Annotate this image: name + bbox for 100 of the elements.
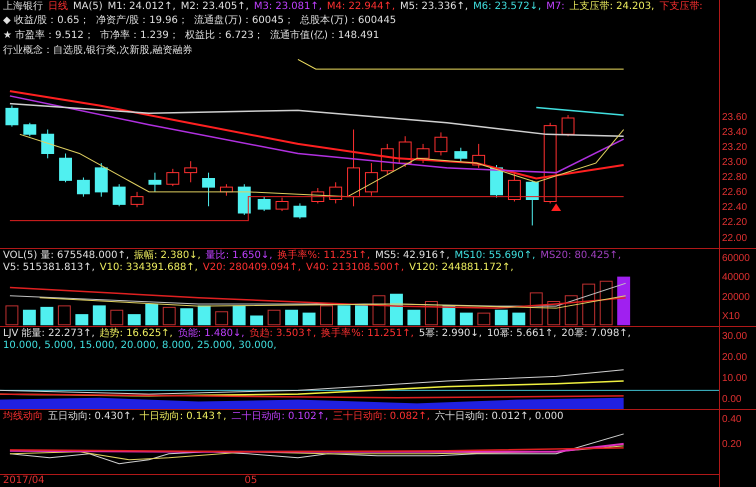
volume-bar	[110, 309, 124, 325]
candlestick	[202, 172, 215, 207]
candlestick	[220, 184, 233, 196]
volume-bar	[58, 304, 71, 325]
legend-value: 下支压带:	[659, 1, 703, 13]
legend-value: 振幅: 2.380↓,	[134, 250, 201, 262]
volume-bar	[355, 304, 368, 325]
volume-bar	[250, 315, 264, 325]
legend-value: M7:	[546, 1, 565, 13]
volume-axis-label: 60000	[722, 252, 751, 264]
volume-bar	[215, 310, 228, 325]
volume-bar	[372, 294, 386, 325]
volume-bar	[617, 276, 630, 325]
price-axis-label: 22.80	[722, 172, 748, 184]
candlestick	[94, 162, 108, 198]
volume-bar	[600, 280, 613, 325]
candlestick	[364, 162, 378, 196]
legend-value: MA(5)	[73, 1, 103, 13]
ljv-axis-label: 0.00	[722, 394, 742, 406]
candlestick	[5, 105, 18, 128]
stock-info-line: ◆ 收益/股：0.65； 净资产/股：19.96； 流通盘(万)：60045； 总股本(万)：600445	[3, 14, 398, 28]
candlestick	[311, 188, 324, 204]
ljv-axis-label: 30.00	[722, 331, 748, 342]
legend-value: M4: 22.944↑,	[326, 1, 396, 13]
legend-value: 10.000, 5.000, 15.000, 20.000, 8.000, 25.000, 30.000,	[3, 340, 277, 352]
candlestick	[398, 136, 412, 168]
legend-value: 三十日动向: 0.082↑,	[333, 411, 430, 424]
legend-value: M1: 24.012↑,	[108, 1, 176, 13]
legend-value: V40: 213108.500↑,	[306, 262, 404, 274]
volume-bar	[162, 306, 176, 325]
legend-value: 趋势: 16.625↑,	[100, 328, 173, 340]
volume-axis-label: 20000	[722, 292, 751, 303]
volume-bar	[442, 304, 456, 325]
volume-bar	[320, 304, 333, 325]
legend-value: MS20: 80.425↑,	[540, 250, 622, 262]
legend-value: 换手率%: 11.251↑,	[277, 250, 370, 262]
legend-value: MS5: 42.916↑,	[375, 250, 450, 262]
legend-value: 负能: 1.480↓,	[178, 328, 244, 340]
stock-info-line: 行业概念：自选股,银行类,次新股,融资融券	[3, 44, 194, 58]
legend-value: V5: 515381.813↑,	[3, 262, 95, 274]
legend-value: LJV 能量: 22.273↑,	[3, 328, 95, 340]
volume-axis-label: 40000	[722, 272, 751, 284]
legend-value: V20: 280409.094↑,	[202, 262, 301, 274]
volume-bar	[92, 304, 106, 325]
marker-icon	[551, 203, 562, 212]
candlestick	[380, 143, 394, 176]
legend-value: M5: 23.336↑,	[400, 1, 468, 13]
trend-axis-label: 0.20	[722, 439, 742, 450]
legend-value: V120: 244881.172↑,	[409, 262, 514, 274]
candlestick	[258, 196, 271, 212]
candlestick	[41, 129, 54, 159]
legend-value: 十日动向: 0.143↑,	[140, 411, 226, 424]
legend-value: 二十日动向: 0.102↑,	[231, 411, 328, 424]
price-axis-label: 23.40	[722, 127, 748, 138]
volume-bar	[512, 312, 526, 325]
date-label: 05	[244, 475, 258, 487]
candlestick	[23, 122, 36, 137]
volume-bar	[460, 312, 473, 325]
volume-bar	[530, 292, 543, 325]
date-label: 2017/04	[3, 475, 45, 487]
ljv-axis-label: 10.00	[722, 373, 748, 384]
legend-value: V10: 334391.688↑,	[100, 262, 198, 274]
candlestick	[562, 114, 574, 137]
legend-value: M2: 23.405↑,	[180, 1, 249, 13]
legend-value: 上海银行	[3, 1, 43, 13]
candlestick	[472, 143, 486, 168]
legend-value: 20幂: 7.098↑,	[561, 328, 631, 340]
legend-value: 10幂: 5.661↑,	[486, 328, 556, 340]
candlestick	[59, 153, 72, 183]
legend-value: 六十日动向: 0.012↑, 0.000	[434, 411, 564, 424]
volume-bar	[268, 309, 281, 325]
candlestick	[166, 168, 180, 187]
volume-axis-label: X10	[722, 311, 741, 322]
candlestick	[148, 172, 162, 192]
volume-bar	[5, 304, 18, 325]
volume-bar	[390, 293, 403, 325]
candlestick	[293, 202, 306, 220]
volume-bar	[302, 312, 316, 325]
volume-bar	[40, 306, 54, 325]
candlestick	[238, 184, 251, 216]
volume-bar	[198, 304, 211, 325]
price-axis-label: 22.00	[722, 232, 748, 244]
candlestick	[454, 147, 468, 162]
candlestick	[434, 132, 448, 156]
legend-value: M6: 23.572↓,	[473, 1, 542, 13]
candlestick	[526, 180, 539, 226]
ljv-axis-label: 20.00	[722, 352, 748, 364]
volume-bar	[338, 304, 350, 325]
legend-value: 量比: 1.650↓,	[206, 250, 272, 262]
volume-bar	[285, 309, 298, 325]
price-axis-label: 22.20	[722, 217, 748, 228]
volume-bar	[22, 309, 36, 325]
legend-value: VOL(5) 量: 675548.000↑,	[3, 250, 129, 262]
legend-value: M3: 23.081↑,	[254, 1, 322, 13]
price-axis-label: 23.60	[722, 112, 748, 123]
volume-bar	[128, 314, 141, 325]
price-axis-label: 22.60	[722, 187, 748, 198]
legend-value: 换手率%: 11.251↑,	[321, 328, 414, 340]
price-axis-label: 23.20	[722, 142, 748, 154]
candlestick	[76, 176, 90, 198]
